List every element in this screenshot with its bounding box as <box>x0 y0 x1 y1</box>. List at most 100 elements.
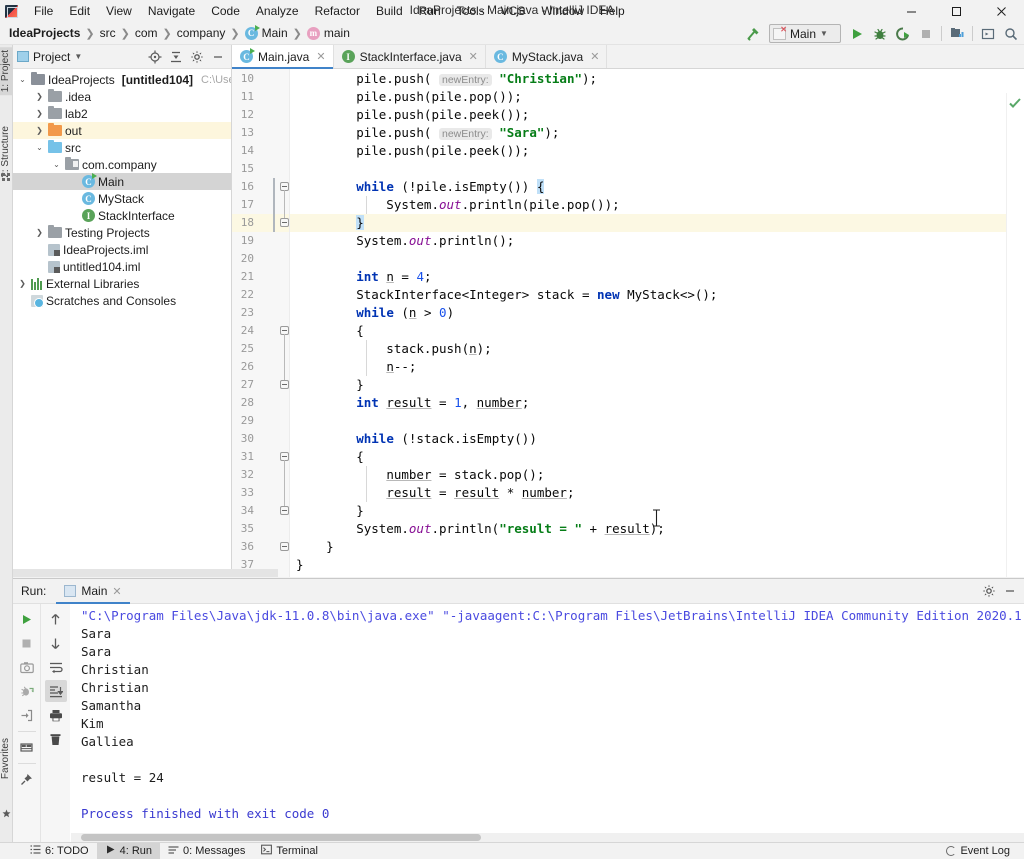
chevron-right-icon[interactable]: ❯ <box>34 126 45 135</box>
close-icon[interactable]: ✕ <box>316 50 325 63</box>
chevron-right-icon[interactable]: ❯ <box>34 109 45 118</box>
tree-item-scratches-and-consoles[interactable]: Scratches and Consoles <box>13 292 231 309</box>
debug-attach-icon[interactable] <box>16 680 38 702</box>
menu-item-file[interactable]: File <box>26 1 61 21</box>
fold-marker[interactable] <box>280 542 289 551</box>
status-item-messages[interactable]: 0: Messages <box>160 843 253 859</box>
run-icon[interactable] <box>846 23 868 44</box>
menu-item-view[interactable]: View <box>98 1 140 21</box>
inspection-ok-icon[interactable] <box>1009 97 1021 112</box>
rerun-icon[interactable] <box>16 608 38 630</box>
chevron-down-icon[interactable]: ⌄ <box>51 160 62 169</box>
breadcrumb-item-com[interactable]: com <box>131 24 162 42</box>
stop-icon[interactable] <box>16 632 38 654</box>
chevron-right-icon[interactable]: ❯ <box>34 228 45 237</box>
collapse-all-icon[interactable] <box>165 47 186 67</box>
fold-marker[interactable] <box>280 506 289 515</box>
code-editor[interactable]: 10 11 12 13 14 15 16 17 18 19 20 21 22 23 24 25 26 27 28 29… <box>232 69 1024 577</box>
clear-all-icon[interactable] <box>45 728 67 750</box>
fold-marker[interactable] <box>280 218 289 227</box>
code-text[interactable]: pile.push( newEntry: "Christian"); pile.… <box>290 69 1006 577</box>
build-hammer-icon[interactable] <box>742 23 764 44</box>
stop-icon[interactable] <box>915 23 937 44</box>
gear-icon[interactable] <box>978 581 999 601</box>
project-structure-icon[interactable] <box>946 23 968 44</box>
tree-item-src[interactable]: ⌄ src <box>13 139 231 156</box>
sidebar-item-project[interactable]: 1: Project <box>0 47 13 96</box>
tree-item-ideaprojects-iml[interactable]: IdeaProjects.iml <box>13 241 231 258</box>
project-panel-hscrollbar[interactable] <box>13 569 278 577</box>
screenshot-icon[interactable] <box>16 656 38 678</box>
tree-item-external-libraries[interactable]: ❯ External Libraries <box>13 275 231 292</box>
chevron-down-icon[interactable]: ⌄ <box>17 75 28 84</box>
chevron-right-icon[interactable]: ❯ <box>34 92 45 101</box>
menu-item-navigate[interactable]: Navigate <box>140 1 203 21</box>
minimize-icon[interactable] <box>889 0 934 22</box>
chevron-right-icon[interactable]: ❯ <box>17 279 28 288</box>
menu-item-vcs[interactable]: VCS <box>493 1 534 21</box>
menu-item-help[interactable]: Help <box>592 1 633 21</box>
tree-item-testing-projects[interactable]: ❯ Testing Projects <box>13 224 231 241</box>
console-hscrollbar[interactable] <box>71 833 1024 842</box>
tree-item-stackinterface[interactable]: I StackInterface <box>13 207 231 224</box>
search-everywhere-icon[interactable] <box>1000 23 1022 44</box>
print-icon[interactable] <box>45 704 67 726</box>
arrow-up-icon[interactable] <box>45 608 67 630</box>
fold-marker[interactable] <box>280 380 289 389</box>
arrow-down-icon[interactable] <box>45 632 67 654</box>
tree-item-ideaprojects[interactable]: ⌄ IdeaProjects [untitled104] C:\Users\yang <box>13 71 231 88</box>
menu-item-analyze[interactable]: Analyze <box>248 1 307 21</box>
breadcrumb-item-src[interactable]: src <box>96 24 120 42</box>
soft-wrap-icon[interactable] <box>45 656 67 678</box>
export-icon[interactable] <box>16 704 38 726</box>
breadcrumb-item-main[interactable]: m main <box>303 24 354 42</box>
event-log-button[interactable]: Event Log <box>938 843 1018 859</box>
project-panel-title-dropdown[interactable]: Project ▼ <box>17 50 82 64</box>
chevron-down-icon[interactable]: ⌄ <box>34 143 45 152</box>
tree-item-com-company[interactable]: ⌄ com.company <box>13 156 231 173</box>
tree-item-main[interactable]: C Main <box>13 173 231 190</box>
close-icon[interactable] <box>979 0 1024 22</box>
run-tab-main[interactable]: Main ✕ <box>56 579 130 604</box>
close-icon[interactable]: ✕ <box>469 50 478 63</box>
editor-tab-stackinterface-java[interactable]: I StackInterface.java ✕ <box>333 45 486 68</box>
run-coverage-icon[interactable] <box>892 23 914 44</box>
status-item-todo[interactable]: 6: TODO <box>22 843 97 859</box>
debug-icon[interactable] <box>869 23 891 44</box>
tree-item-mystack[interactable]: C MyStack <box>13 190 231 207</box>
scroll-to-end-icon[interactable] <box>44 680 67 702</box>
close-icon[interactable]: ✕ <box>112 585 121 598</box>
breadcrumb-item-main[interactable]: C Main <box>241 24 292 42</box>
menu-item-edit[interactable]: Edit <box>61 1 98 21</box>
status-item-run[interactable]: 4: Run <box>96 842 161 859</box>
run-configuration-selector[interactable]: Main ▼ <box>769 24 841 43</box>
tree-item-untitled104-iml[interactable]: untitled104.iml <box>13 258 231 275</box>
layout-icon[interactable] <box>16 736 38 758</box>
menu-item-run[interactable]: Run <box>411 1 449 21</box>
menu-item-build[interactable]: Build <box>368 1 411 21</box>
menu-item-window[interactable]: Window <box>533 1 592 21</box>
editor-tab-mystack-java[interactable]: C MyStack.java ✕ <box>485 45 608 68</box>
tree-item-lab2[interactable]: ❯ lab2 <box>13 105 231 122</box>
maximize-icon[interactable] <box>934 0 979 22</box>
status-item-terminal[interactable]: Terminal <box>253 843 326 859</box>
console-output[interactable]: "C:\Program Files\Java\jdk-11.0.8\bin\ja… <box>71 604 1024 842</box>
breadcrumb-item-ideaprojects[interactable]: IdeaProjects <box>5 24 84 42</box>
menu-item-code[interactable]: Code <box>203 1 248 21</box>
editor-marker-bar[interactable] <box>1006 93 1024 577</box>
editor-tab-main-java[interactable]: C Main.java ✕ <box>232 45 334 69</box>
hide-icon[interactable] <box>207 47 228 67</box>
close-icon[interactable]: ✕ <box>590 50 599 63</box>
breadcrumb-item-company[interactable]: company <box>173 24 230 42</box>
tree-item-out[interactable]: ❯ out <box>13 122 231 139</box>
pin-icon[interactable] <box>16 768 38 790</box>
tree-item-idea[interactable]: ❯ .idea <box>13 88 231 105</box>
menu-item-tools[interactable]: Tools <box>449 1 493 21</box>
gear-icon[interactable] <box>186 47 207 67</box>
hide-icon[interactable] <box>999 581 1020 601</box>
sidebar-item-favorites[interactable]: Favorites <box>0 735 13 782</box>
menu-item-refactor[interactable]: Refactor <box>307 1 368 21</box>
console-icon[interactable] <box>977 23 999 44</box>
editor-gutter[interactable]: 10 11 12 13 14 15 16 17 18 19 20 21 22 23 24 25 26 27 28 29… <box>232 69 290 577</box>
locate-icon[interactable] <box>144 47 165 67</box>
